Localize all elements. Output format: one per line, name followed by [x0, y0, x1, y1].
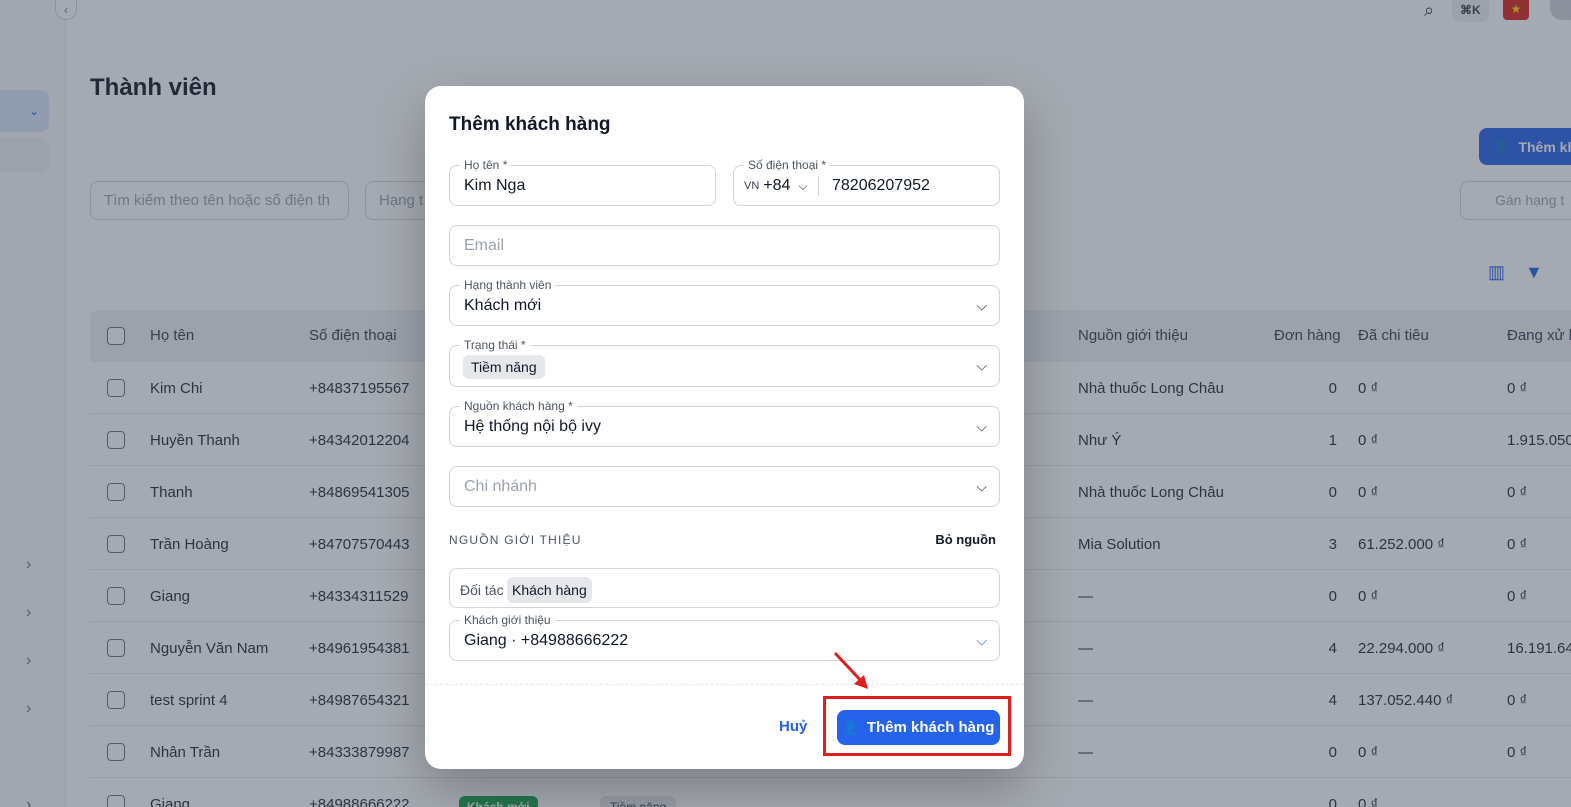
highlight-box [823, 696, 1011, 756]
chevron-down-icon: ⌵ [976, 478, 987, 494]
name-label: Họ tên * [460, 158, 512, 172]
email-placeholder: Email [464, 237, 505, 254]
annotation-arrow-icon [833, 651, 868, 689]
referrer-select[interactable]: Khách giới thiệu Giang · +84988666222 ⌵ [449, 613, 1000, 661]
rank-label: Hạng thành viên [460, 278, 556, 292]
chevron-down-icon: ⌵ [976, 418, 987, 434]
referral-type-customer[interactable]: Khách hàng [507, 577, 592, 603]
phone-field[interactable]: Số điện thoại * VN +84 ⌵ 78206207952 [733, 158, 1000, 206]
referral-type-toggle: Đối tác Khách hàng [449, 568, 1000, 608]
chevron-down-icon: ⌵ [798, 178, 808, 193]
source-select[interactable]: Nguồn khách hàng * Hệ thống nội bộ ivy ⌵ [449, 399, 1000, 447]
referrer-value: Giang · +84988666222 [464, 632, 629, 649]
chevron-down-icon: ⌵ [976, 632, 987, 648]
status-chip: Tiềm năng [463, 355, 545, 379]
add-customer-dialog: Thêm khách hàng Họ tên * Kim Nga Số điện… [425, 86, 1024, 769]
dial-code: +84 [763, 177, 791, 194]
referral-section-label: NGUỒN GIỚI THIỆU [449, 533, 582, 547]
branch-placeholder: Chi nhánh [464, 478, 537, 495]
cancel-button[interactable]: Huỷ [779, 718, 807, 735]
remove-source-button[interactable]: Bỏ nguồn [935, 532, 996, 547]
rank-value: Khách mới [464, 297, 542, 314]
country-code-select[interactable]: VN +84 ⌵ [744, 176, 819, 196]
referral-type-partner[interactable]: Đối tác [458, 579, 506, 601]
referrer-label: Khách giới thiệu [460, 613, 555, 627]
phone-label: Số điện thoại * [744, 158, 831, 172]
chevron-down-icon: ⌵ [976, 357, 987, 374]
status-select[interactable]: Trạng thái * Tiềm năng ⌵ [449, 338, 1000, 387]
name-value: Kim Nga [464, 177, 526, 194]
source-label: Nguồn khách hàng * [460, 399, 577, 413]
dialog-title: Thêm khách hàng [449, 114, 611, 135]
source-value: Hệ thống nội bộ ivy [464, 418, 601, 435]
phone-value: 78206207952 [832, 177, 930, 194]
email-field[interactable]: Email [449, 225, 1000, 266]
branch-select[interactable]: Chi nhánh ⌵ [449, 466, 1000, 507]
status-label: Trạng thái * [460, 338, 530, 352]
chevron-down-icon: ⌵ [976, 297, 987, 313]
name-field[interactable]: Họ tên * Kim Nga [449, 158, 716, 206]
country-code: VN [744, 180, 760, 192]
footer-divider [425, 684, 1024, 685]
rank-select[interactable]: Hạng thành viên Khách mới ⌵ [449, 278, 1000, 326]
